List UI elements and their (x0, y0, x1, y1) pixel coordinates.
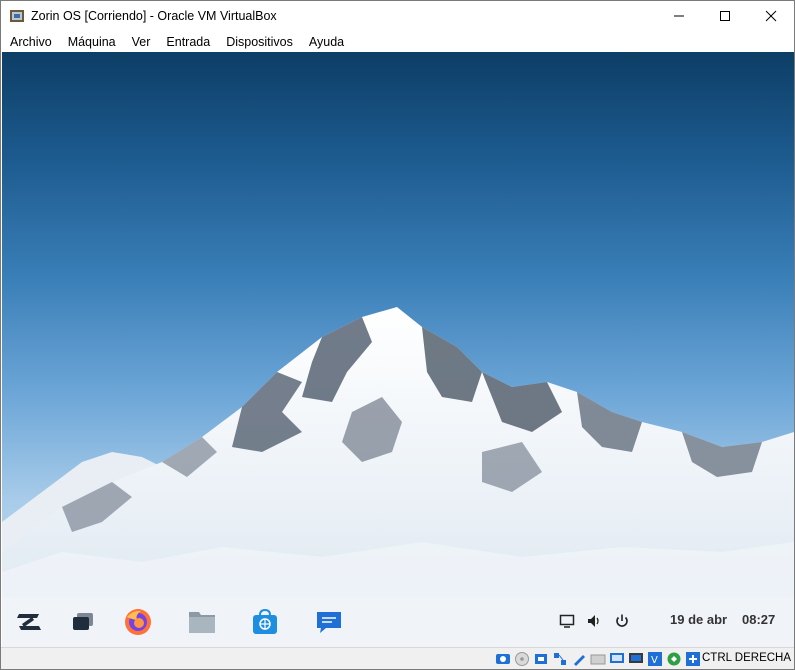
window-switcher-button[interactable] (66, 605, 100, 639)
window-controls (656, 1, 794, 31)
window-title: Zorin OS [Corriendo] - Oracle VM Virtual… (31, 9, 277, 23)
virtualization-icon[interactable]: V (647, 651, 663, 667)
maximize-icon (720, 11, 730, 21)
guest-additions-icon[interactable] (685, 651, 701, 667)
usb-icon[interactable] (571, 651, 587, 667)
host-key-label[interactable]: CTRL DERECHA (702, 652, 791, 664)
guest-display[interactable]: 19 de abr 08:27 (2, 52, 794, 647)
menu-archivo[interactable]: Archivo (10, 35, 52, 49)
files-launcher[interactable] (185, 605, 219, 639)
menu-dispositivos[interactable]: Dispositivos (226, 35, 293, 49)
display-icon[interactable] (609, 651, 625, 667)
hard-disk-icon[interactable] (495, 651, 511, 667)
video-capture-icon[interactable] (628, 651, 644, 667)
software-store-icon (253, 608, 277, 634)
messages-icon (317, 612, 341, 633)
close-icon (765, 10, 777, 22)
zorin-menu-icon (17, 614, 41, 630)
volume-button[interactable] (584, 611, 604, 631)
virtualbox-app-icon (9, 8, 25, 24)
mountain-wallpaper (2, 307, 794, 647)
window-switcher-icon (73, 613, 93, 630)
power-button[interactable] (612, 611, 632, 631)
screen-icon (559, 614, 575, 628)
zorin-menu-button[interactable] (12, 605, 46, 639)
screen-button[interactable] (557, 611, 577, 631)
firefox-launcher[interactable] (121, 605, 155, 639)
close-button[interactable] (748, 1, 794, 31)
zorin-taskbar: 19 de abr 08:27 (2, 597, 794, 647)
software-store-launcher[interactable] (248, 605, 282, 639)
taskbar-time[interactable]: 08:27 (742, 612, 775, 627)
files-icon (189, 612, 215, 633)
maximize-button[interactable] (702, 1, 748, 31)
menu-ayuda[interactable]: Ayuda (309, 35, 344, 49)
virtualbox-window: Zorin OS [Corriendo] - Oracle VM Virtual… (0, 0, 795, 670)
vm-status-bar: V CTRL DERECHA (1, 647, 794, 669)
taskbar-date[interactable]: 19 de abr (670, 612, 727, 627)
mouse-integration-icon[interactable] (666, 651, 682, 667)
audio-icon[interactable] (533, 651, 549, 667)
volume-icon (588, 615, 599, 627)
menu-bar: Archivo Máquina Ver Entrada Dispositivos… (1, 31, 794, 52)
power-icon (616, 614, 628, 627)
minimize-icon (674, 15, 684, 17)
firefox-icon (125, 609, 151, 635)
menu-maquina[interactable]: Máquina (68, 35, 116, 49)
svg-text:V: V (651, 655, 658, 666)
shared-folder-icon[interactable] (590, 651, 606, 667)
minimize-button[interactable] (656, 1, 702, 31)
title-bar[interactable]: Zorin OS [Corriendo] - Oracle VM Virtual… (1, 1, 794, 31)
network-icon[interactable] (552, 651, 568, 667)
messages-launcher[interactable] (312, 605, 346, 639)
menu-entrada[interactable]: Entrada (166, 35, 210, 49)
optical-drive-icon[interactable] (514, 651, 530, 667)
menu-ver[interactable]: Ver (132, 35, 151, 49)
